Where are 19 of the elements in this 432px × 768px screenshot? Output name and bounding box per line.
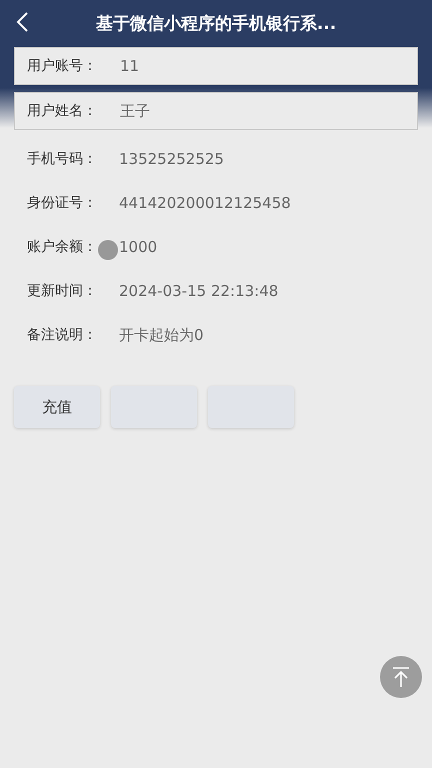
field-label: 手机号码： — [27, 150, 97, 168]
page-title: 基于微信小程序的手机银行系... — [96, 12, 336, 34]
recharge-button[interactable]: 充值 — [14, 386, 100, 428]
back-to-top-button[interactable] — [380, 656, 422, 698]
field-value: 开卡起始为0 — [119, 326, 204, 344]
field-label: 用户账号： — [27, 57, 97, 75]
field-label: 账户余额： — [27, 238, 97, 256]
field-label: 身份证号： — [27, 194, 97, 212]
field-label: 备注说明： — [27, 326, 97, 344]
field-value: 441420200012125458 — [119, 194, 291, 212]
field-value: 王子 — [120, 102, 150, 120]
field-label: 更新时间： — [27, 282, 97, 300]
field-value: 13525252525 — [119, 150, 224, 168]
back-icon[interactable] — [14, 11, 30, 33]
field-value: 2024-03-15 22:13:48 — [119, 282, 278, 300]
arrow-up-icon — [391, 666, 411, 688]
field-value: 11 — [120, 57, 140, 75]
field-value: 1000 — [119, 238, 158, 256]
field-label: 用户姓名： — [27, 102, 97, 120]
